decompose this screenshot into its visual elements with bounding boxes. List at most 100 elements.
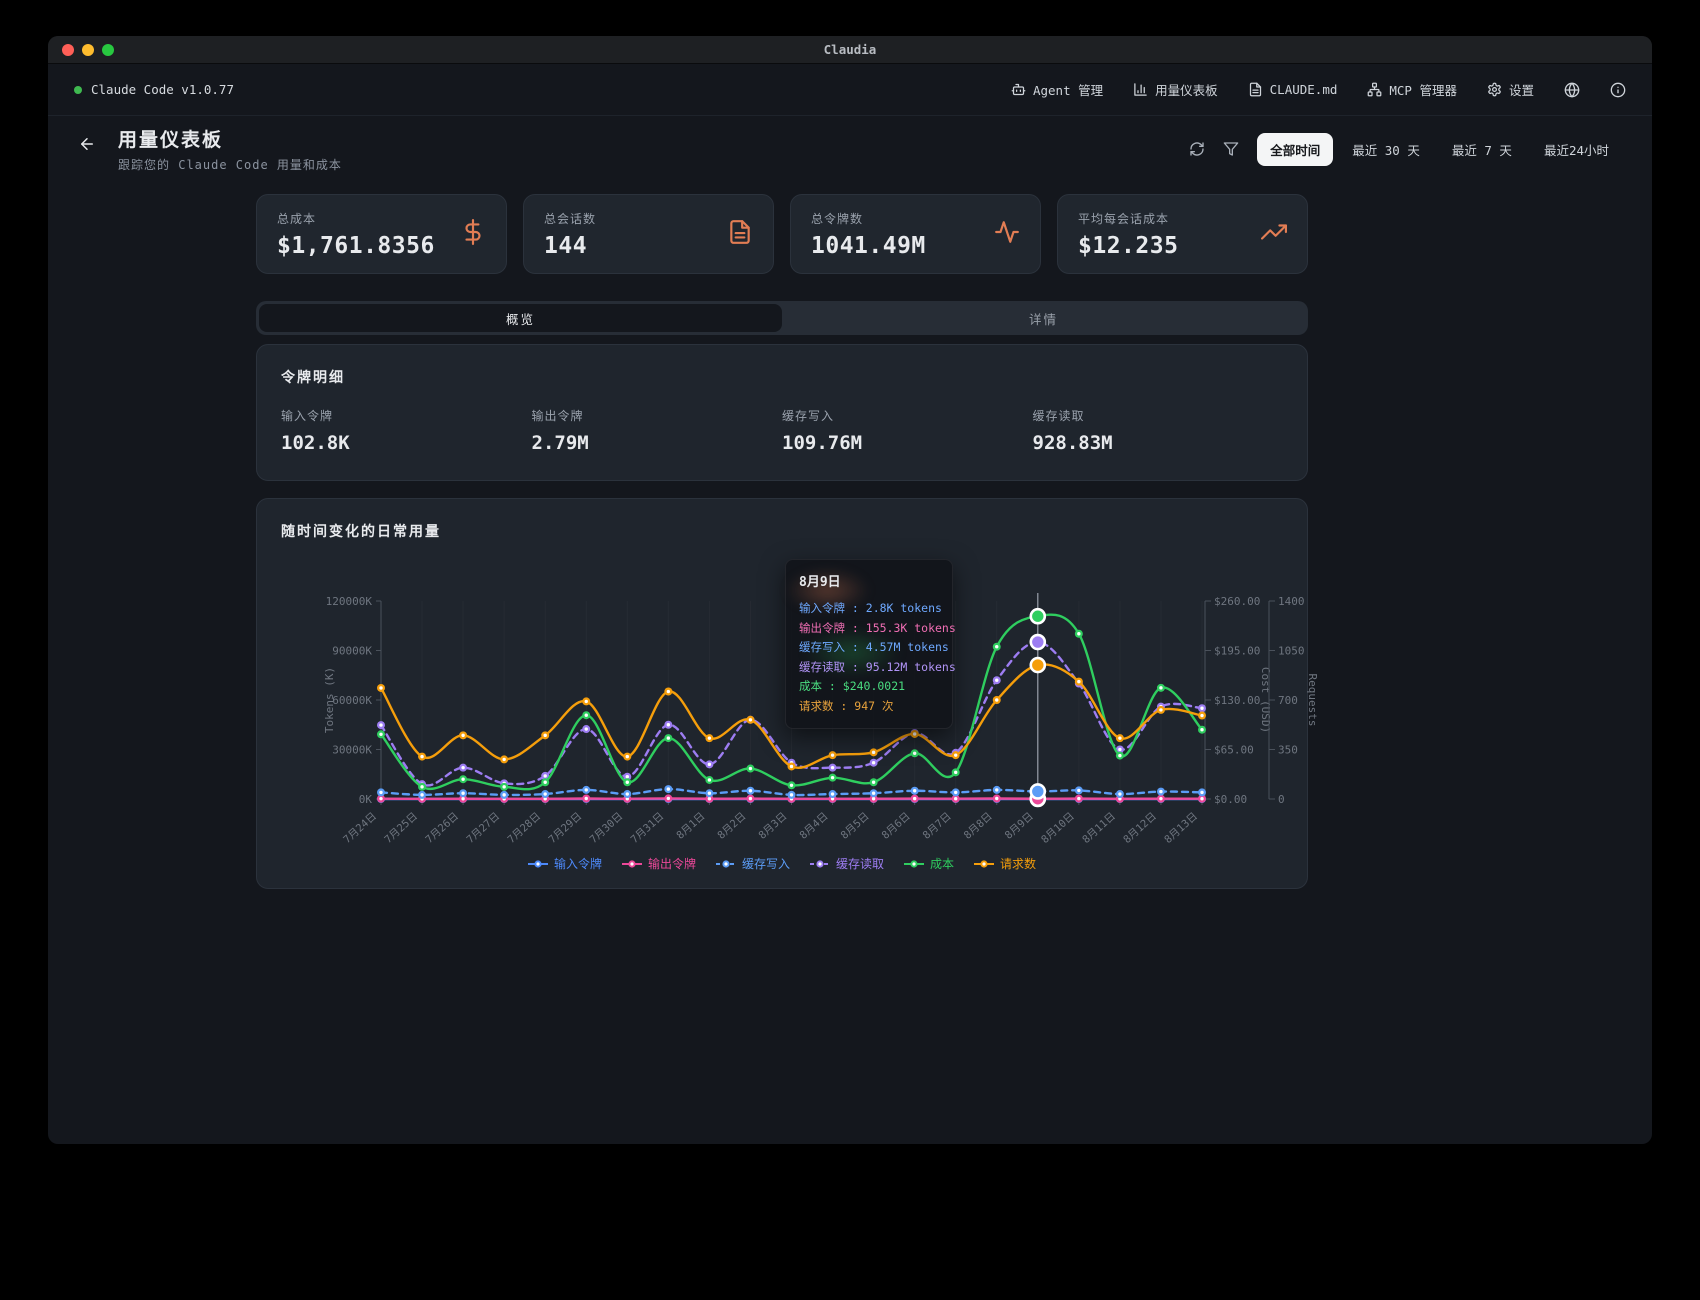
svg-text:$130.00: $130.00: [1214, 694, 1260, 707]
legend-label: 请求数: [1000, 855, 1036, 872]
info-icon: [1610, 82, 1626, 98]
globe-button[interactable]: [1564, 82, 1580, 98]
tooltip-row-5: 请求数 : 947 次: [799, 697, 939, 717]
nav-item-4[interactable]: 设置: [1487, 80, 1534, 99]
token-label: 缓存写入: [782, 407, 1033, 424]
stat-label: 总会话数: [544, 210, 596, 227]
window-title: Claudia: [824, 42, 877, 57]
range-button-0[interactable]: 全部时间: [1257, 133, 1333, 166]
svg-text:8月12日: 8月12日: [1121, 810, 1159, 846]
refresh-icon: [1189, 141, 1205, 157]
token-label: 输出令牌: [532, 407, 783, 424]
token-item-0: 输入令牌 102.8K: [281, 407, 532, 454]
legend-item-0[interactable]: 输入令牌: [528, 855, 602, 872]
legend-marker-icon: [974, 859, 994, 869]
tab-0[interactable]: 概览: [259, 304, 782, 332]
token-label: 输入令牌: [281, 407, 532, 424]
tooltip-row-2: 缓存写入 : 4.57M tokens: [799, 638, 939, 658]
svg-text:Requests: Requests: [1306, 674, 1317, 727]
legend-item-1[interactable]: 输出令牌: [622, 855, 696, 872]
time-range-group: 全部时间最近 30 天最近 7 天最近24小时: [1257, 133, 1622, 166]
close-window-button[interactable]: [62, 44, 74, 56]
svg-text:7月25日: 7月25日: [382, 810, 420, 846]
dollar-icon: [460, 219, 486, 245]
refresh-button[interactable]: [1189, 141, 1205, 157]
svg-text:700: 700: [1278, 694, 1298, 707]
svg-text:8月9日: 8月9日: [1003, 810, 1036, 841]
svg-text:90000K: 90000K: [332, 645, 372, 658]
stat-icon-wrap: [994, 219, 1020, 249]
svg-text:7月27日: 7月27日: [464, 810, 502, 846]
svg-text:8月3日: 8月3日: [756, 810, 789, 841]
legend-item-5[interactable]: 请求数: [974, 855, 1036, 872]
token-value: 109.76M: [782, 432, 1033, 454]
token-value: 928.83M: [1033, 432, 1284, 454]
range-button-2[interactable]: 最近 7 天: [1439, 133, 1525, 166]
network-icon: [1367, 82, 1382, 97]
token-value: 102.8K: [281, 432, 532, 454]
svg-text:7月28日: 7月28日: [505, 810, 543, 846]
filter-button[interactable]: [1223, 141, 1239, 157]
svg-text:1400: 1400: [1278, 595, 1305, 608]
nav-item-2[interactable]: CLAUDE.md: [1248, 82, 1338, 97]
tooltip-row-1: 输出令牌 : 155.3K tokens: [799, 619, 939, 639]
svg-text:7月30日: 7月30日: [588, 810, 626, 846]
legend-item-3[interactable]: 缓存读取: [810, 855, 884, 872]
legend-label: 输入令牌: [554, 855, 602, 872]
titlebar: Claudia: [48, 36, 1652, 64]
token-breakdown-title: 令牌明细: [281, 367, 1283, 387]
legend-label: 成本: [930, 855, 954, 872]
stat-icon-wrap: [460, 219, 486, 249]
nav-item-label: MCP 管理器: [1389, 80, 1457, 99]
nav-item-1[interactable]: 用量仪表板: [1133, 80, 1218, 99]
legend-label: 缓存读取: [836, 855, 884, 872]
svg-text:30000K: 30000K: [332, 744, 372, 757]
filter-icon: [1223, 141, 1239, 157]
chart-legend: 输入令牌 输出令牌 缓存写入 缓存读取 成本 请求数: [257, 855, 1307, 872]
stat-icon-wrap: [727, 219, 753, 249]
token-item-3: 缓存读取928.83M: [1033, 407, 1284, 454]
legend-item-4[interactable]: 成本: [904, 855, 954, 872]
chart-tooltip: 8月9日 输入令牌 : 2.8K tokens输出令牌 : 155.3K tok…: [785, 559, 953, 729]
svg-text:$65.00: $65.00: [1214, 744, 1254, 757]
app-version: Claude Code v1.0.77: [74, 82, 234, 97]
svg-text:$195.00: $195.00: [1214, 645, 1260, 658]
svg-text:8月13日: 8月13日: [1162, 810, 1200, 846]
legend-item-2[interactable]: 缓存写入: [716, 855, 790, 872]
trending-up-icon: [1261, 219, 1287, 245]
nav-item-3[interactable]: MCP 管理器: [1367, 80, 1457, 99]
range-button-1[interactable]: 最近 30 天: [1339, 133, 1433, 166]
version-label: Claude Code v1.0.77: [91, 82, 234, 97]
svg-text:0K: 0K: [359, 793, 373, 806]
activity-icon: [994, 219, 1020, 245]
page-subtitle: 跟踪您的 Claude Code 用量和成本: [118, 156, 342, 173]
svg-text:7月31日: 7月31日: [629, 810, 667, 846]
bar-chart-icon: [1133, 82, 1148, 97]
usage-chart-panel: 随时间变化的日常用量 0K30000K60000K90000K120000KTo…: [256, 498, 1308, 889]
globe-icon: [1564, 82, 1580, 98]
gear-icon: [1487, 82, 1502, 97]
app-toolbar: Claude Code v1.0.77 Agent 管理 用量仪表板 CLAUDE.…: [48, 64, 1652, 116]
view-tabs: 概览详情: [256, 301, 1308, 335]
page-title: 用量仪表板: [118, 125, 342, 152]
range-button-3[interactable]: 最近24小时: [1531, 133, 1622, 166]
token-breakdown-panel: 令牌明细 输入令牌 102.8K输出令牌 2.79M 缓存写入 109.76M缓存读取9…: [256, 344, 1308, 481]
header-controls: 全部时间最近 30 天最近 7 天最近24小时: [1189, 133, 1622, 166]
svg-text:8月1日: 8月1日: [674, 810, 707, 841]
maximize-window-button[interactable]: [102, 44, 114, 56]
traffic-lights[interactable]: [62, 44, 114, 56]
app-window: Claudia Claude Code v1.0.77 Agent 管理用量仪表…: [48, 36, 1652, 1144]
svg-text:8月6日: 8月6日: [880, 810, 913, 841]
svg-text:0: 0: [1278, 793, 1285, 806]
tab-1[interactable]: 详情: [782, 304, 1305, 332]
nav-item-0[interactable]: Agent 管理: [1011, 80, 1103, 99]
token-item-2: 缓存写入 109.76M: [782, 407, 1033, 454]
back-button[interactable]: [78, 135, 96, 153]
tooltip-rows: 输入令牌 : 2.8K tokens输出令牌 : 155.3K tokens缓存…: [799, 599, 939, 716]
stat-value: 1041.49M: [811, 233, 926, 259]
nav-item-label: 设置: [1509, 80, 1534, 99]
info-button[interactable]: [1610, 82, 1626, 98]
token-value: 2.79M: [532, 432, 783, 454]
minimize-window-button[interactable]: [82, 44, 94, 56]
robot-icon: [1011, 82, 1026, 97]
